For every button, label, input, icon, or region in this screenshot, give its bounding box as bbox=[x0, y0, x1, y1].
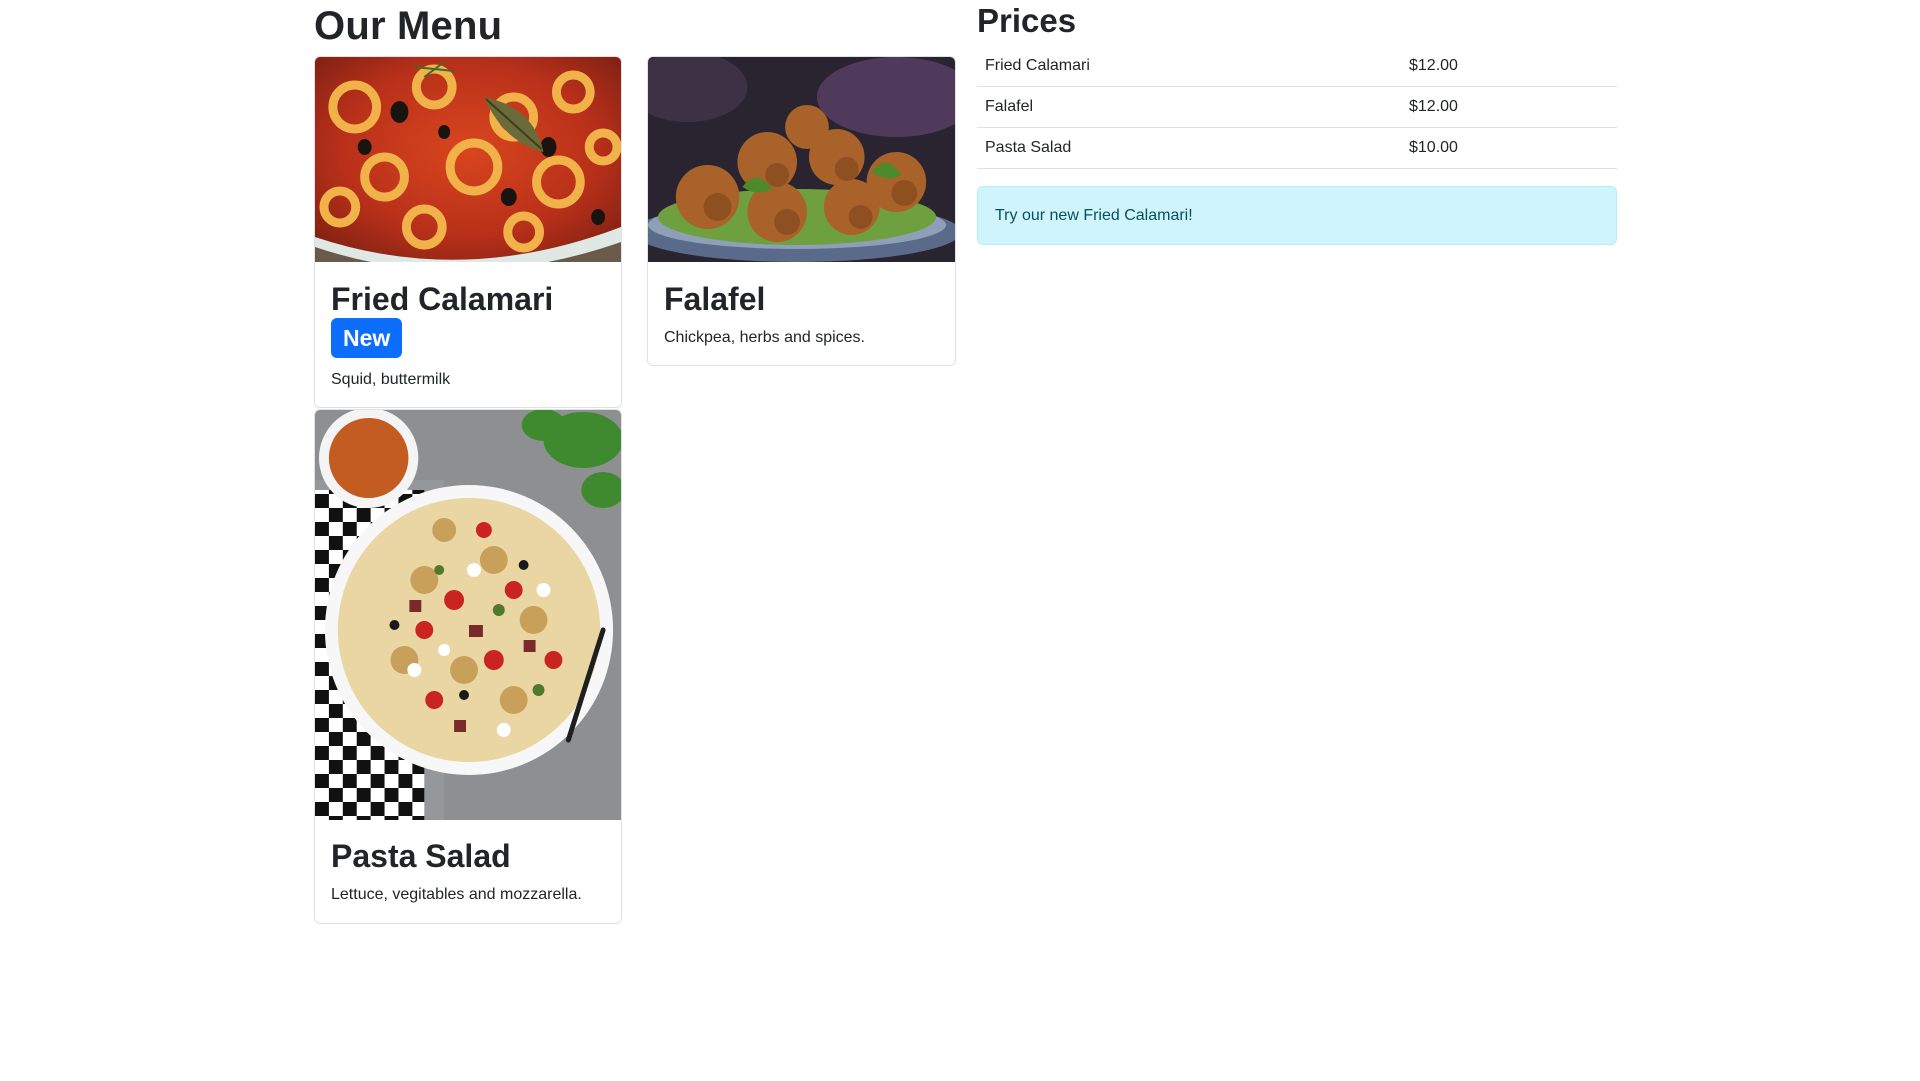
card-description: Chickpea, herbs and spices. bbox=[664, 329, 865, 346]
pasta-salad-photo-icon bbox=[315, 410, 621, 820]
card-title: Fried Calamari bbox=[331, 281, 554, 317]
price-item-name: Fried Calamari bbox=[977, 46, 1401, 87]
falafel-image bbox=[648, 57, 955, 262]
table-row: Pasta Salad $10.00 bbox=[977, 127, 1617, 169]
table-row: Falafel $12.00 bbox=[977, 86, 1617, 128]
menu-card-falafel: Falafel Chickpea, herbs and spices. bbox=[647, 56, 956, 366]
price-table: Fried Calamari $12.00 Falafel $12.00 Pas… bbox=[977, 46, 1617, 169]
menu-card-pasta-salad: Pasta Salad Lettuce, vegitables and mozz… bbox=[314, 409, 622, 924]
price-item-name: Pasta Salad bbox=[977, 127, 1401, 169]
table-row: Fried Calamari $12.00 bbox=[977, 46, 1617, 87]
fried-calamari-photo-icon bbox=[315, 57, 621, 262]
price-item-name: Falafel bbox=[977, 86, 1401, 128]
menu-card-fried-calamari: Fried Calamari New Squid, buttermilk bbox=[314, 56, 622, 408]
fried-calamari-image bbox=[315, 57, 621, 262]
menu-page: Our Menu Fried Calamari New Squid, butte… bbox=[0, 0, 1920, 1081]
card-title: Pasta Salad bbox=[331, 838, 511, 874]
card-description: Lettuce, vegitables and mozzarella. bbox=[331, 886, 582, 903]
pasta-salad-image bbox=[315, 410, 621, 820]
price-item-value: $12.00 bbox=[1401, 46, 1617, 87]
promo-alert: Try our new Fried Calamari! bbox=[977, 186, 1617, 245]
falafel-photo-icon bbox=[648, 57, 955, 262]
prices-title: Prices bbox=[977, 2, 1077, 39]
card-description: Squid, buttermilk bbox=[331, 371, 451, 388]
card-title: Falafel bbox=[664, 281, 766, 317]
page-title: Our Menu bbox=[314, 4, 503, 48]
price-item-value: $12.00 bbox=[1401, 86, 1617, 128]
new-badge: New bbox=[331, 318, 403, 358]
price-item-value: $10.00 bbox=[1401, 127, 1617, 169]
